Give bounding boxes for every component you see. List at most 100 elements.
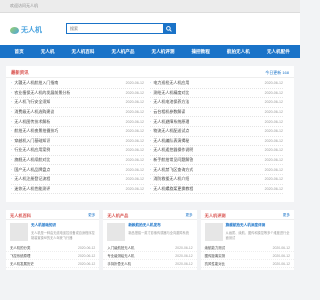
news-item[interactable]: 穿越机入门基础知识 2020-06-12 [11, 137, 144, 147]
news-item-date: 2020-06-12 [264, 90, 283, 95]
news-item-title[interactable]: 电力巡检无人机应用 [150, 80, 189, 86]
card-header: 无人机产品 更多 [103, 210, 197, 220]
card-item-title[interactable]: 专业级测绘无人机 [107, 253, 134, 258]
card-list-item[interactable]: 续航能力测试 2020-06-12 [200, 244, 294, 252]
news-item[interactable]: 消费级无人机选购建议 2020-06-12 [11, 108, 144, 118]
nav-item-drone[interactable]: 无人机 [32, 49, 63, 55]
news-item-title[interactable]: 无人机飞行安全须知 [11, 99, 50, 105]
news-item-title[interactable]: 新手航拍常见问题解答 [150, 157, 193, 163]
nav-item-home[interactable]: 首页 [6, 49, 32, 55]
news-item[interactable]: 电力巡检无人机应用 2020-06-12 [150, 79, 283, 89]
logo-text: 无人机 [21, 27, 42, 34]
search-input[interactable] [67, 24, 163, 33]
news-item-title[interactable]: 旗舰无人机续航对比 [11, 157, 50, 163]
featured-article[interactable]: 无人机基础知识 无人机是一种由无线电遥控设备或自身程序控制装置操纵的无人驾驶飞行器 [6, 220, 99, 244]
news-item[interactable]: 消防救援无人机介绍 2020-06-12 [150, 175, 283, 185]
card-more-link[interactable]: 更多 [185, 213, 192, 217]
news-item-title[interactable]: 迷你无人机性能测评 [11, 186, 50, 192]
news-item[interactable]: 新手航拍常见问题解答 2020-06-12 [150, 156, 283, 166]
news-item-title[interactable]: 农业植保无人机的发展前景分析 [11, 90, 70, 96]
news-item[interactable]: 无人机编队表演揭秘 2020-06-12 [150, 137, 283, 147]
card-item-title[interactable]: 飞控系统原理 [10, 253, 30, 258]
featured-article[interactable]: 旗舰航拍无人机深度评测 从画质、续航、图传和操控等多个维度进行全面测试 [201, 220, 294, 244]
news-item[interactable]: 旗舰无人机续航对比 2020-06-12 [11, 156, 144, 166]
news-item[interactable]: 无人机图传技术解析 2020-06-12 [11, 117, 144, 127]
article-thumbnail[interactable] [10, 223, 28, 241]
featured-title[interactable]: 新款航拍无人机发布 [128, 223, 189, 228]
news-item[interactable]: 无人机注册登记流程 2020-06-12 [11, 175, 144, 185]
nav-item-accessories[interactable]: 无人机配件 [258, 49, 298, 55]
news-item[interactable]: 行业无人机应用案例 2020-06-12 [11, 146, 144, 156]
news-item[interactable]: 物流无人机配送试点 2020-06-12 [150, 127, 283, 137]
nav-item-aerial[interactable]: 航拍无人机 [218, 49, 258, 55]
news-item[interactable]: 农业植保无人机的发展前景分析 2020-06-12 [11, 89, 144, 99]
news-item-title[interactable]: 云台相机参数解读 [150, 109, 185, 115]
card-list-item[interactable]: 手持折叠无人机 2020-06-12 [103, 260, 197, 268]
card-list-item[interactable]: 无人机的分类 2020-06-12 [6, 244, 100, 252]
card-list-item[interactable]: 图传距离实测 2020-06-12 [200, 252, 294, 260]
news-item[interactable]: 无人机螺旋桨更换教程 2020-06-12 [150, 185, 283, 195]
news-item-title[interactable]: 无人机注册登记流程 [11, 176, 50, 182]
news-item-title[interactable]: 国产无人机品牌盘点 [11, 167, 50, 173]
news-item[interactable]: 航拍无人机夜景拍摄技巧 2020-06-12 [11, 127, 144, 137]
news-item-title[interactable]: 无人机电池保养方法 [150, 99, 189, 105]
card-item-title[interactable]: 抗风性能对比 [205, 261, 225, 266]
card-more-link[interactable]: 更多 [88, 213, 95, 217]
nav-item-reviews[interactable]: 无人机评测 [143, 49, 183, 55]
news-item-date: 2020-06-12 [125, 119, 144, 124]
featured-title[interactable]: 旗舰航拍无人机深度评测 [226, 223, 290, 228]
news-item-date: 2020-06-12 [125, 81, 144, 86]
news-item-date: 2020-06-12 [125, 138, 144, 143]
news-item[interactable]: 迷你无人机性能测评 2020-06-12 [11, 185, 144, 195]
card-item-title[interactable]: 无人机发展历史 [10, 261, 34, 266]
card-list-item[interactable]: 专业级测绘无人机 2020-06-12 [103, 252, 197, 260]
nav-item-products[interactable]: 无人机产品 [103, 49, 143, 55]
main-nav: 首页 无人机 无人机百科 无人机产品 无人机评测 操控教程 航拍无人机 无人机配… [0, 45, 300, 58]
card-more-link[interactable]: 更多 [283, 213, 290, 217]
card-item-title[interactable]: 续航能力测试 [205, 245, 225, 250]
news-item-title[interactable]: 消费级无人机选购建议 [11, 109, 54, 115]
news-item-title[interactable]: 消防救援无人机介绍 [150, 176, 189, 182]
card-item-title[interactable]: 无人机的分类 [10, 245, 30, 250]
news-item[interactable]: 无人机遥控器操作说明 2020-06-12 [150, 146, 283, 156]
news-item[interactable]: 国产无人机品牌盘点 2020-06-12 [11, 165, 144, 175]
news-item-title[interactable]: 测绘无人机精度对比 [150, 90, 189, 96]
news-item-title[interactable]: 航拍无人机夜景拍摄技巧 [11, 128, 58, 134]
card-item-title[interactable]: 入门级航拍无人机 [107, 245, 134, 250]
site-logo[interactable]: 无人机 [10, 25, 48, 35]
search-button[interactable] [163, 24, 175, 33]
latest-news-header: 最新资讯 今日更新 168 [6, 66, 294, 78]
featured-article[interactable]: 新款航拍无人机发布 新品搭载一英寸影像传感器与全向避障系统 [103, 220, 196, 244]
news-item-title[interactable]: 穿越机入门基础知识 [11, 138, 50, 144]
article-thumbnail[interactable] [107, 223, 126, 241]
card-list-item[interactable]: 抗风性能对比 2020-06-12 [200, 260, 294, 268]
news-item-title[interactable]: 无人机编队表演揭秘 [150, 138, 189, 144]
news-item-date: 2020-06-12 [125, 100, 144, 105]
card-item-title[interactable]: 手持折叠无人机 [107, 261, 131, 266]
news-item-title[interactable]: 行业无人机应用案例 [11, 147, 50, 153]
news-item[interactable]: 无人机飞行安全须知 2020-06-12 [11, 98, 144, 108]
news-item[interactable]: 测绘无人机精度对比 2020-06-12 [150, 89, 283, 99]
news-item-title[interactable]: 无人机遥控器操作说明 [150, 147, 193, 153]
card-list-item[interactable]: 无人机发展历史 2020-06-12 [6, 260, 100, 268]
news-item-title[interactable]: 大疆无人机航拍入门指南 [11, 80, 58, 86]
card-list-item[interactable]: 入门级航拍无人机 2020-06-12 [103, 244, 197, 252]
nav-item-wiki[interactable]: 无人机百科 [63, 49, 103, 55]
news-item-title[interactable]: 无人机图传技术解析 [11, 119, 50, 125]
news-item[interactable]: 大疆无人机航拍入门指南 2020-06-12 [11, 79, 144, 89]
card-item-date: 2020-06-12 [272, 261, 290, 266]
news-item[interactable]: 无人机电池保养方法 2020-06-12 [150, 98, 283, 108]
nav-item-tutorials[interactable]: 操控教程 [183, 49, 218, 55]
news-item-date: 2020-06-12 [264, 110, 283, 115]
card-list-item[interactable]: 飞控系统原理 2020-06-12 [6, 252, 100, 260]
news-item[interactable]: 无人机禁飞区查询方式 2020-06-12 [150, 165, 283, 175]
news-item[interactable]: 无人机避障系统原理 2020-06-12 [150, 117, 283, 127]
news-item-title[interactable]: 无人机螺旋桨更换教程 [150, 186, 193, 192]
featured-title[interactable]: 无人机基础知识 [31, 223, 95, 228]
news-item-title[interactable]: 无人机避障系统原理 [150, 119, 189, 125]
card-item-title[interactable]: 图传距离实测 [205, 253, 225, 258]
news-item-title[interactable]: 无人机禁飞区查询方式 [150, 167, 193, 173]
news-item-title[interactable]: 物流无人机配送试点 [150, 128, 189, 134]
article-thumbnail[interactable] [204, 223, 223, 241]
news-item[interactable]: 云台相机参数解读 2020-06-12 [150, 108, 283, 118]
